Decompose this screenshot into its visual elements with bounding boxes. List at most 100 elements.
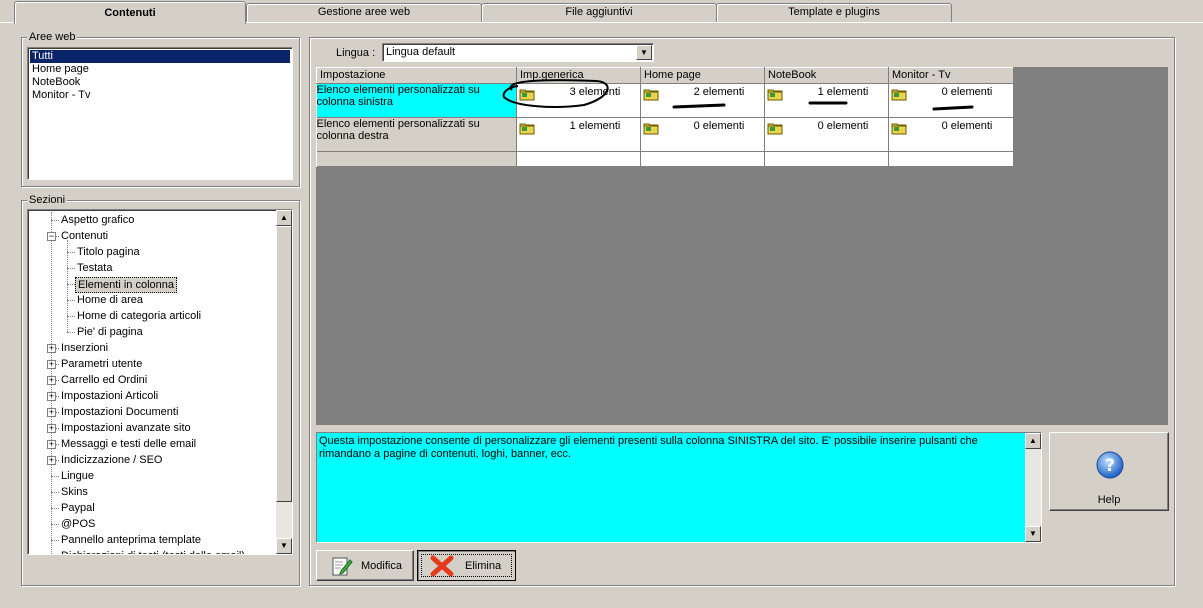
edit-icon: [331, 555, 353, 580]
aree-web-list[interactable]: Tutti Home page NoteBook Monitor - Tv: [27, 47, 293, 180]
table-cell[interactable]: [640, 151, 765, 167]
expand-icon[interactable]: +: [47, 392, 56, 401]
tree-connector: [67, 284, 75, 285]
tree-item[interactable]: + Parametri utente: [28, 356, 276, 372]
tree-item[interactable]: Skins: [28, 484, 276, 500]
tree-item[interactable]: + Impostazioni avanzate sito: [28, 420, 276, 436]
tree-item[interactable]: Home di categoria articoli: [28, 308, 276, 324]
tree-item[interactable]: Pie' di pagina: [28, 324, 276, 340]
tree-item-label: Paypal: [61, 502, 95, 514]
tab-gestione-aree-web[interactable]: Gestione aree web: [246, 3, 482, 22]
tree-item-label: Indicizzazione / SEO: [61, 454, 163, 466]
settings-grid: Impostazione Imp.generica Home page Note…: [316, 67, 1168, 425]
elimina-button[interactable]: Elimina: [417, 550, 516, 581]
tree-item[interactable]: Paypal: [28, 500, 276, 516]
tree-item-label: Inserzioni: [61, 342, 109, 354]
tree-item-label: Impostazioni Documenti: [61, 406, 179, 418]
table-cell[interactable]: [764, 151, 889, 167]
tree-connector: [67, 300, 75, 301]
tree-connector: [67, 332, 75, 333]
tab-label: Template e plugins: [788, 6, 880, 18]
tree-item-label: Home di area: [77, 294, 144, 306]
tree-item-label: Skins: [61, 486, 88, 498]
tab-label: Gestione aree web: [317, 6, 411, 18]
expand-icon[interactable]: +: [47, 424, 56, 433]
expand-icon[interactable]: +: [47, 344, 56, 353]
help-button[interactable]: ? Help: [1049, 432, 1169, 511]
tree-item[interactable]: Elementi in colonna: [28, 276, 276, 293]
description-content: Questa impostazione consente di personal…: [319, 435, 978, 460]
expand-icon[interactable]: +: [47, 360, 56, 369]
description-scrollbar[interactable]: ▲ ▼: [1025, 433, 1041, 542]
scroll-thumb[interactable]: [276, 226, 292, 502]
tree-item-label: Messaggi e testi delle email: [61, 438, 197, 450]
sezioni-scrollbar[interactable]: ▲ ▼: [276, 210, 292, 554]
tree-item-label: Titolo pagina: [77, 246, 140, 258]
lingua-value: Lingua default: [386, 46, 456, 58]
tree-item[interactable]: Home di area: [28, 292, 276, 308]
tree-connector: [51, 476, 59, 477]
elimina-label: Elimina: [465, 560, 502, 572]
tree-item-label: Carrello ed Ordini: [61, 374, 148, 386]
tree-item[interactable]: Dichiarazioni di testi (testi delle emai…: [28, 548, 276, 554]
tree-connector: [67, 252, 75, 253]
tab-file-aggiuntivi[interactable]: File aggiuntivi: [481, 3, 717, 22]
tree-item-label: Dichiarazioni di testi (testi delle emai…: [59, 548, 247, 554]
tree-item-label: Parametri utente: [61, 358, 143, 370]
scroll-up-button[interactable]: ▲: [1025, 433, 1041, 449]
chevron-down-icon[interactable]: ▼: [636, 45, 652, 60]
tree-item[interactable]: + Indicizzazione / SEO: [28, 452, 276, 468]
tree-item-label: Lingue: [61, 470, 95, 482]
tree-connector: [67, 268, 75, 269]
tree-item[interactable]: Aspetto grafico: [28, 212, 276, 228]
tree-item[interactable]: + Messaggi e testi delle email: [28, 436, 276, 452]
svg-text:?: ?: [1105, 456, 1115, 476]
tab-contenuti[interactable]: Contenuti: [14, 1, 246, 24]
list-item-notebook[interactable]: NoteBook: [30, 76, 290, 89]
tree-item[interactable]: @POS: [28, 516, 276, 532]
tab-bar: Contenuti Gestione aree web File aggiunt…: [0, 0, 1203, 24]
tree-item[interactable]: + Inserzioni: [28, 340, 276, 356]
help-icon: ?: [1095, 450, 1125, 483]
tree-item[interactable]: Titolo pagina: [28, 244, 276, 260]
tree-item[interactable]: Pannello anteprima template: [28, 532, 276, 548]
expand-icon[interactable]: +: [47, 440, 56, 449]
tree-item-label: Pannello anteprima template: [61, 534, 202, 546]
expand-icon[interactable]: +: [47, 408, 56, 417]
tab-label: File aggiuntivi: [565, 6, 633, 18]
tree-item-label: @POS: [61, 518, 96, 530]
table-cell[interactable]: [516, 151, 641, 167]
lingua-label: Lingua :: [336, 47, 376, 59]
tab-template-e-plugins[interactable]: Template e plugins: [716, 3, 952, 22]
tree-item[interactable]: Lingue: [28, 468, 276, 484]
scroll-up-button[interactable]: ▲: [276, 210, 292, 226]
tree-item[interactable]: Testata: [28, 260, 276, 276]
modifica-button[interactable]: Modifica: [316, 550, 414, 581]
tree-item[interactable]: + Carrello ed Ordini: [28, 372, 276, 388]
help-label: Help: [1097, 494, 1121, 506]
tree-item-label: Aspetto grafico: [61, 214, 135, 226]
tree-item[interactable]: + Impostazioni Articoli: [28, 388, 276, 404]
expand-icon[interactable]: +: [47, 456, 56, 465]
list-item-tutti[interactable]: Tutti: [30, 50, 290, 63]
row-label-empty[interactable]: [316, 151, 517, 167]
scroll-down-button[interactable]: ▼: [1025, 526, 1041, 542]
lingua-select[interactable]: Lingua default ▼: [382, 43, 654, 62]
expand-icon[interactable]: +: [47, 376, 56, 385]
tree-connector: [67, 316, 75, 317]
sezioni-legend: Sezioni: [27, 193, 68, 207]
tree-item-label: Home di categoria articoli: [77, 310, 202, 322]
tree-item-label: Elementi in colonna: [75, 277, 178, 293]
table-cell[interactable]: [888, 151, 1014, 167]
collapse-icon[interactable]: −: [47, 232, 56, 241]
table-row-empty[interactable]: [316, 151, 1014, 167]
delete-icon: [430, 555, 454, 580]
list-item-home-page[interactable]: Home page: [30, 63, 290, 76]
sezioni-tree[interactable]: Aspetto grafico − Contenuti Titolo pagina Te…: [27, 209, 293, 555]
list-item-monitor-tv[interactable]: Monitor - Tv: [30, 89, 290, 102]
tree-connector: [51, 524, 59, 525]
scroll-down-button[interactable]: ▼: [276, 538, 292, 554]
modifica-label: Modifica: [361, 560, 402, 572]
tree-item[interactable]: + Impostazioni Documenti: [28, 404, 276, 420]
tree-item[interactable]: − Contenuti: [28, 228, 276, 244]
